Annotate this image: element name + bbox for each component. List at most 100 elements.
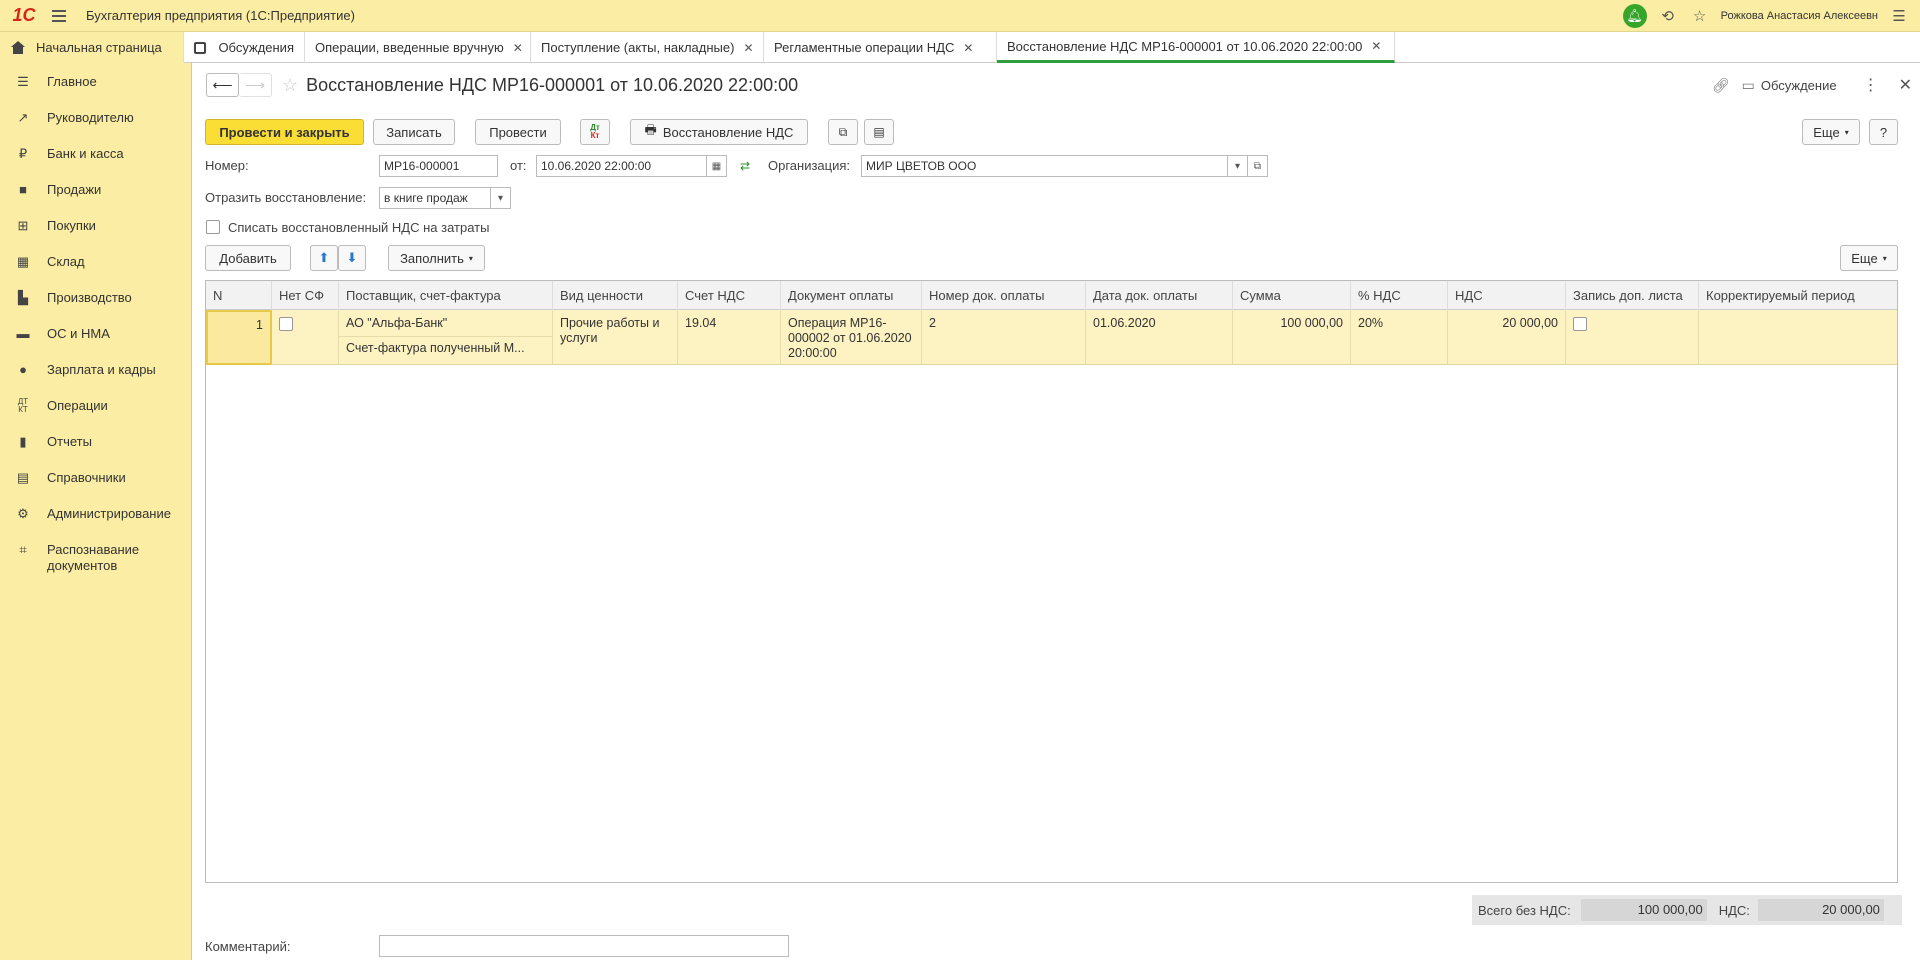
additional-sheet-checkbox[interactable] bbox=[1573, 317, 1587, 331]
sidebar-item-sales[interactable]: ■ Продажи bbox=[0, 171, 191, 207]
number-field[interactable]: МР16-000001 bbox=[379, 155, 498, 177]
sidebar-item-warehouse[interactable]: ▦ Склад bbox=[0, 243, 191, 279]
col-payment-date[interactable]: Дата док. оплаты bbox=[1086, 281, 1233, 310]
cell-payment-num[interactable]: 2 bbox=[922, 310, 1086, 365]
sidebar-item-salary[interactable]: ● Зарплата и кадры bbox=[0, 351, 191, 387]
tab-label: Поступление (акты, накладные) bbox=[541, 40, 735, 55]
tab-vat-restoration[interactable]: Восстановление НДС МР16-000001 от 10.06.… bbox=[997, 32, 1395, 63]
cell-no-invoice[interactable] bbox=[272, 310, 339, 365]
link-icon[interactable]: 🔗︎ bbox=[1712, 77, 1730, 94]
dt-kt-button[interactable]: Дт Кт bbox=[580, 119, 610, 145]
cell-value-type[interactable]: Прочие работы и услуги bbox=[553, 310, 678, 365]
col-supplier[interactable]: Поставщик, счет-фактура bbox=[339, 281, 553, 310]
organization-dropdown-icon[interactable]: ▾ bbox=[1228, 155, 1248, 177]
close-form-icon[interactable]: ✕ bbox=[1899, 75, 1912, 95]
cell-vat-rate[interactable]: 20% bbox=[1351, 310, 1448, 365]
move-down-button[interactable]: ⬇ bbox=[338, 245, 366, 271]
structure-button[interactable]: ⧉ bbox=[828, 119, 858, 145]
writeoff-vat-checkbox[interactable] bbox=[206, 220, 220, 234]
no-invoice-checkbox[interactable] bbox=[279, 317, 293, 331]
dt-kt-icon: ДТ КТ bbox=[17, 397, 29, 414]
back-button[interactable]: ⟵ bbox=[206, 73, 239, 97]
tab-vat-operations[interactable]: Регламентные операции НДС ✕ bbox=[764, 32, 997, 63]
settings-menu-icon[interactable]: ☰ bbox=[1888, 5, 1910, 27]
table-row[interactable]: 1 АО "Альфа-Банк" Счет-фактура полученны… bbox=[206, 310, 1897, 365]
close-icon[interactable]: ✕ bbox=[513, 41, 523, 55]
favorite-star-icon[interactable]: ☆ bbox=[282, 75, 298, 96]
col-no-invoice[interactable]: Нет СФ bbox=[272, 281, 339, 310]
more-button[interactable]: Еще ▾ bbox=[1802, 119, 1860, 145]
reflect-restoration-select[interactable]: в книге продаж bbox=[379, 187, 491, 209]
tab-home[interactable]: Начальная страница bbox=[0, 32, 184, 63]
chat-icon bbox=[194, 41, 207, 54]
col-payment-doc[interactable]: Документ оплаты bbox=[781, 281, 922, 310]
user-name[interactable]: Рожкова Анастасия Алексеевн bbox=[1721, 10, 1878, 22]
tab-discussions[interactable]: Обсуждения bbox=[184, 32, 305, 63]
sidebar-item-directories[interactable]: ▤ Справочники bbox=[0, 459, 191, 495]
col-sum[interactable]: Сумма bbox=[1233, 281, 1351, 310]
table-more-button[interactable]: Еще ▾ bbox=[1840, 245, 1898, 271]
chat-icon: ▭ bbox=[1741, 76, 1755, 93]
col-n[interactable]: N bbox=[206, 281, 272, 310]
close-icon[interactable]: ✕ bbox=[1371, 39, 1381, 53]
sidebar-item-operations[interactable]: ДТ КТ Операции bbox=[0, 387, 191, 423]
col-corrected-period[interactable]: Корректируемый период bbox=[1699, 281, 1897, 310]
app-logo[interactable]: 1С bbox=[4, 0, 44, 32]
close-icon[interactable]: ✕ bbox=[743, 41, 753, 55]
invoice-link[interactable]: Счет-фактура полученный М... bbox=[346, 341, 545, 356]
help-button[interactable]: ? bbox=[1869, 119, 1898, 145]
tab-receipts[interactable]: Поступление (акты, накладные) ✕ bbox=[531, 32, 764, 63]
favorites-star-icon[interactable]: ☆ bbox=[1689, 5, 1711, 27]
tab-manual-operations[interactable]: Операции, введенные вручную ✕ bbox=[305, 32, 531, 63]
post-and-close-button[interactable]: Провести и закрыть bbox=[205, 119, 364, 145]
fill-button[interactable]: Заполнить ▾ bbox=[388, 245, 485, 271]
date-field[interactable]: 10.06.2020 22:00:00 bbox=[536, 155, 707, 177]
discussion-button[interactable]: ▭ Обсуждение bbox=[1742, 77, 1837, 94]
cell-n[interactable]: 1 bbox=[206, 310, 272, 365]
col-vat[interactable]: НДС bbox=[1448, 281, 1566, 310]
sidebar-item-bank[interactable]: ₽ Банк и касса bbox=[0, 135, 191, 171]
cell-vat-account[interactable]: 19.04 bbox=[678, 310, 781, 365]
cell-corrected-period[interactable] bbox=[1699, 310, 1897, 365]
scan-icon: ⌗ bbox=[19, 542, 27, 557]
reflect-dropdown-icon[interactable]: ▾ bbox=[491, 187, 511, 209]
more-options-icon[interactable]: ⋮ bbox=[1863, 75, 1879, 95]
supplier-name[interactable]: АО "Альфа-Банк" bbox=[346, 316, 545, 331]
save-button[interactable]: Записать bbox=[373, 119, 455, 145]
col-value-type[interactable]: Вид ценности bbox=[553, 281, 678, 310]
close-icon[interactable]: ✕ bbox=[963, 41, 973, 55]
sidebar-item-reports[interactable]: ▮ Отчеты bbox=[0, 423, 191, 459]
col-vat-rate[interactable]: % НДС bbox=[1351, 281, 1448, 310]
move-up-button[interactable]: ⬆ bbox=[310, 245, 338, 271]
sidebar-item-purchases[interactable]: ⊞ Покупки bbox=[0, 207, 191, 243]
attachments-button[interactable]: ▤ bbox=[864, 119, 894, 145]
history-icon[interactable]: ⟲ bbox=[1657, 5, 1679, 27]
calendar-icon[interactable]: ▦ bbox=[707, 155, 727, 177]
cell-payment-doc[interactable]: Операция МР16-000002 от 01.06.2020 20:00… bbox=[781, 310, 922, 365]
cell-additional-sheet[interactable] bbox=[1566, 310, 1699, 365]
organization-open-icon[interactable]: ⧉ bbox=[1248, 155, 1268, 177]
print-vat-restoration-button[interactable]: 🖶 Восстановление НДС bbox=[630, 119, 808, 145]
cell-vat[interactable]: 20 000,00 bbox=[1448, 310, 1566, 365]
main-menu-icon[interactable] bbox=[52, 9, 76, 22]
post-button[interactable]: Провести bbox=[475, 119, 561, 145]
forward-button[interactable]: ⟶ bbox=[239, 73, 272, 97]
col-payment-num[interactable]: Номер док. оплаты bbox=[922, 281, 1086, 310]
sidebar-item-production[interactable]: ▙ Производство bbox=[0, 279, 191, 315]
cell-supplier[interactable]: АО "Альфа-Банк" Счет-фактура полученный … bbox=[339, 310, 553, 365]
col-additional-sheet[interactable]: Запись доп. листа bbox=[1566, 281, 1699, 310]
tabs-bar: Начальная страница Обсуждения Операции, … bbox=[0, 32, 1920, 63]
sidebar-item-main[interactable]: ☰ Главное bbox=[0, 63, 191, 99]
sidebar-item-assets[interactable]: ▬ ОС и НМА bbox=[0, 315, 191, 351]
date-check-icon[interactable]: ⇄ bbox=[740, 159, 750, 173]
col-vat-account[interactable]: Счет НДС bbox=[678, 281, 781, 310]
cell-payment-date[interactable]: 01.06.2020 bbox=[1086, 310, 1233, 365]
comment-field[interactable] bbox=[379, 935, 789, 957]
organization-field[interactable]: МИР ЦВЕТОВ ООО bbox=[861, 155, 1228, 177]
notifications-bell-icon[interactable]: 🔔︎ bbox=[1622, 4, 1647, 28]
sidebar-item-administration[interactable]: ⚙ Администрирование bbox=[0, 495, 191, 531]
sidebar-item-director[interactable]: ↗ Руководителю bbox=[0, 99, 191, 135]
cell-sum[interactable]: 100 000,00 bbox=[1233, 310, 1351, 365]
add-row-button[interactable]: Добавить bbox=[205, 245, 291, 271]
sidebar-item-recognition[interactable]: ⌗ Распознавание документов bbox=[0, 531, 191, 581]
